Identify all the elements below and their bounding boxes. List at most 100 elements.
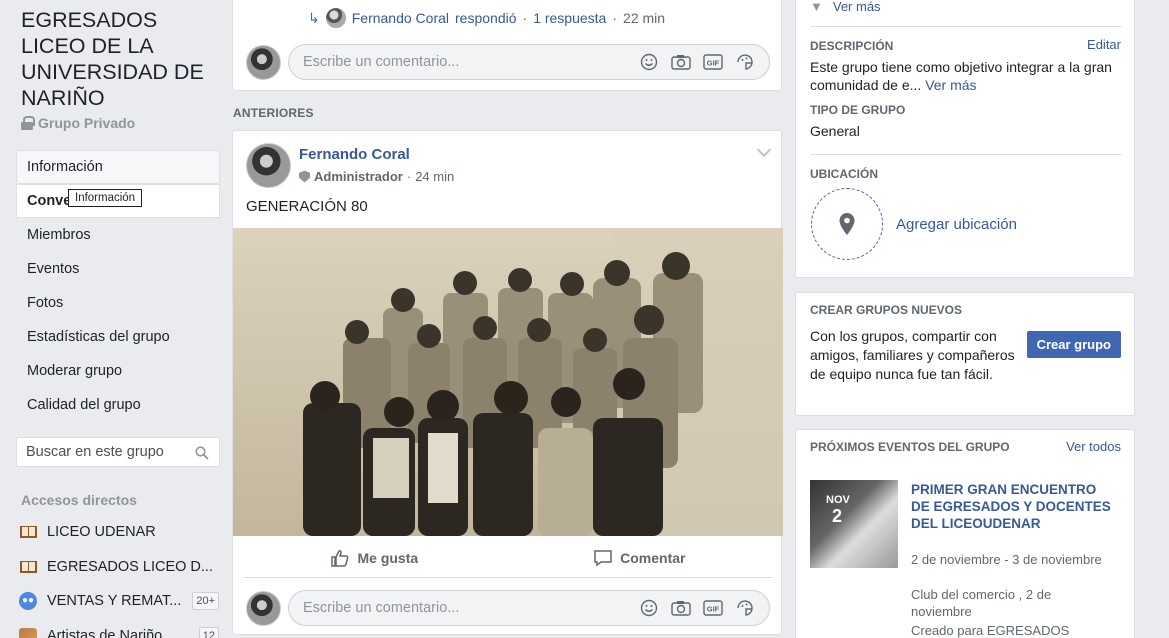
camera-icon[interactable] <box>671 599 691 617</box>
post-time[interactable]: 24 min <box>415 169 454 184</box>
shortcut-label: EGRESADOS LICEO D... <box>47 558 213 575</box>
comment-box: GIF <box>288 44 770 80</box>
group-search-input[interactable] <box>17 438 177 466</box>
lock-icon <box>21 116 35 130</box>
event-month: NOV <box>826 494 850 506</box>
group-search <box>16 437 220 467</box>
sticker-icon[interactable] <box>735 599 755 617</box>
post-actions: Me gusta Comentar <box>243 538 773 578</box>
shortcuts-list: LICEO UDENAR EGRESADOS LICEO D... ●● VEN… <box>19 515 219 638</box>
create-groups-heading: CREAR GRUPOS NUEVOS <box>810 303 963 317</box>
group-type-heading: TIPO DE GRUPO <box>810 103 906 117</box>
about-card: ▼ Ver más DESCRIPCIÓN Editar Este grupo … <box>795 0 1135 278</box>
thumbs-up-icon <box>331 549 349 567</box>
gif-icon[interactable]: GIF <box>703 599 723 617</box>
shortcuts-title: Accesos directos <box>21 492 137 508</box>
svg-text:GIF: GIF <box>707 605 720 614</box>
group-photo-illustration <box>233 228 783 536</box>
search-icon[interactable] <box>195 446 209 460</box>
comment-box: GIF <box>288 590 770 626</box>
nav-item-informacion[interactable]: Información <box>16 150 220 184</box>
event-created-for: Creado para EGRESADOS <box>911 623 1070 638</box>
event-place: Club del comercio , 2 de noviembre <box>911 587 1052 619</box>
events-card: PRÓXIMOS EVENTOS DEL GRUPO Ver todos NOV… <box>795 429 1135 638</box>
edit-description-link[interactable]: Editar <box>1087 37 1121 52</box>
event-day: 2 <box>832 506 843 526</box>
avatar <box>246 44 281 80</box>
comment-label: Comentar <box>620 549 686 566</box>
post-text: GENERACIÓN 80 <box>246 198 368 215</box>
post-card: Fernando Coral Administrador · 24 min GE… <box>232 130 783 635</box>
comment-composer: GIF <box>246 590 770 626</box>
shortcut-badge: 20+ <box>192 592 219 611</box>
shortcut-item[interactable]: ●● VENTAS Y REMAT... 20+ <box>19 584 219 619</box>
avatar <box>325 8 346 28</box>
emoji-icon[interactable] <box>639 53 659 71</box>
post-meta: Administrador · 24 min <box>299 169 454 184</box>
events-heading: PRÓXIMOS EVENTOS DEL GRUPO <box>810 440 1010 454</box>
svg-text:GIF: GIF <box>707 59 720 68</box>
group-title[interactable]: EGRESADOS LICEO DE LA UNIVERSIDAD DE NAR… <box>21 7 226 111</box>
create-group-button[interactable]: Crear grupo <box>1026 331 1121 358</box>
book-icon <box>19 524 37 540</box>
description-see-more[interactable]: Ver más <box>925 77 976 93</box>
event-image[interactable]: NOV 2 <box>810 480 898 568</box>
comment-composer: GIF <box>246 44 770 80</box>
chevron-down-icon[interactable] <box>756 142 772 158</box>
post-author[interactable]: Fernando Coral <box>299 146 410 163</box>
post-photo[interactable] <box>233 228 783 536</box>
left-sidebar: EGRESADOS LICEO DE LA UNIVERSIDAD DE NAR… <box>0 0 232 638</box>
sticker-icon[interactable] <box>735 53 755 71</box>
comment-button[interactable]: Comentar <box>593 548 686 568</box>
add-location-link[interactable]: Agregar ubicación <box>896 216 1017 233</box>
location-heading: UBICACIÓN <box>810 167 878 181</box>
shortcut-badge: 12 <box>198 626 219 638</box>
comment-input[interactable] <box>289 45 619 79</box>
divider <box>810 26 1122 27</box>
shortcut-item[interactable]: LICEO UDENAR <box>19 515 219 550</box>
create-groups-card: CREAR GRUPOS NUEVOS Con los grupos, comp… <box>795 292 1135 416</box>
reply-text: respondió <box>455 10 517 26</box>
see-more-link[interactable]: ▼ Ver más <box>810 0 881 14</box>
see-all-events-link[interactable]: Ver todos <box>1066 439 1121 454</box>
reply-count[interactable]: 1 respuesta <box>533 10 606 26</box>
camera-icon[interactable] <box>671 53 691 71</box>
nav-item-miembros[interactable]: Miembros <box>16 218 220 252</box>
comment-input[interactable] <box>289 591 619 625</box>
nav-item-eventos[interactable]: Eventos <box>16 252 220 286</box>
location-pin-icon <box>839 213 855 235</box>
post-role: Administrador <box>314 169 403 184</box>
avatar[interactable] <box>246 143 291 188</box>
create-groups-text: Con los grupos, compartir con amigos, fa… <box>810 328 1015 382</box>
comment-icon <box>594 549 612 566</box>
gif-icon[interactable]: GIF <box>703 53 723 71</box>
nav-item-estadisticas[interactable]: Estadísticas del grupo <box>16 320 220 354</box>
reply-arrow-icon: ↳ <box>308 9 320 26</box>
shortcut-label: VENTAS Y REMAT... <box>47 593 182 610</box>
book-icon <box>19 559 37 575</box>
like-label: Me gusta <box>357 549 419 566</box>
reply-time: 22 min <box>623 10 666 26</box>
chevron-down-icon: ▼ <box>810 0 823 14</box>
reply-author[interactable]: Fernando Coral <box>352 10 449 26</box>
shortcut-item[interactable]: EGRESADOS LICEO D... <box>19 550 219 585</box>
description-heading: DESCRIPCIÓN <box>810 39 894 53</box>
admin-badge-icon <box>299 170 310 183</box>
shortcut-item[interactable]: Artistas de Nariño 12 <box>19 619 219 638</box>
event-dates: 2 de noviembre - 3 de noviembre <box>911 552 1102 567</box>
add-location-button[interactable] <box>811 188 883 260</box>
nav-item-fotos[interactable]: Fotos <box>16 286 220 320</box>
previous-post-card: ↳ Fernando Coral respondió · 1 respuesta… <box>232 0 782 91</box>
like-button[interactable]: Me gusta <box>330 548 418 568</box>
avatar <box>246 590 281 626</box>
nav-item-calidad[interactable]: Calidad del grupo <box>16 388 220 422</box>
reply-summary[interactable]: ↳ Fernando Coral respondió · 1 respuesta… <box>308 8 665 28</box>
privacy-label: Grupo Privado <box>38 115 136 131</box>
tooltip: Información <box>68 189 143 207</box>
group-type-value: General <box>810 123 860 139</box>
nav-item-moderar[interactable]: Moderar grupo <box>16 354 220 388</box>
emoji-icon[interactable] <box>639 599 659 617</box>
art-icon <box>19 627 37 638</box>
event-title[interactable]: PRIMER GRAN ENCUENTRO DE EGRESADOS Y DOC… <box>911 481 1111 532</box>
shortcut-label: LICEO UDENAR <box>47 524 156 541</box>
